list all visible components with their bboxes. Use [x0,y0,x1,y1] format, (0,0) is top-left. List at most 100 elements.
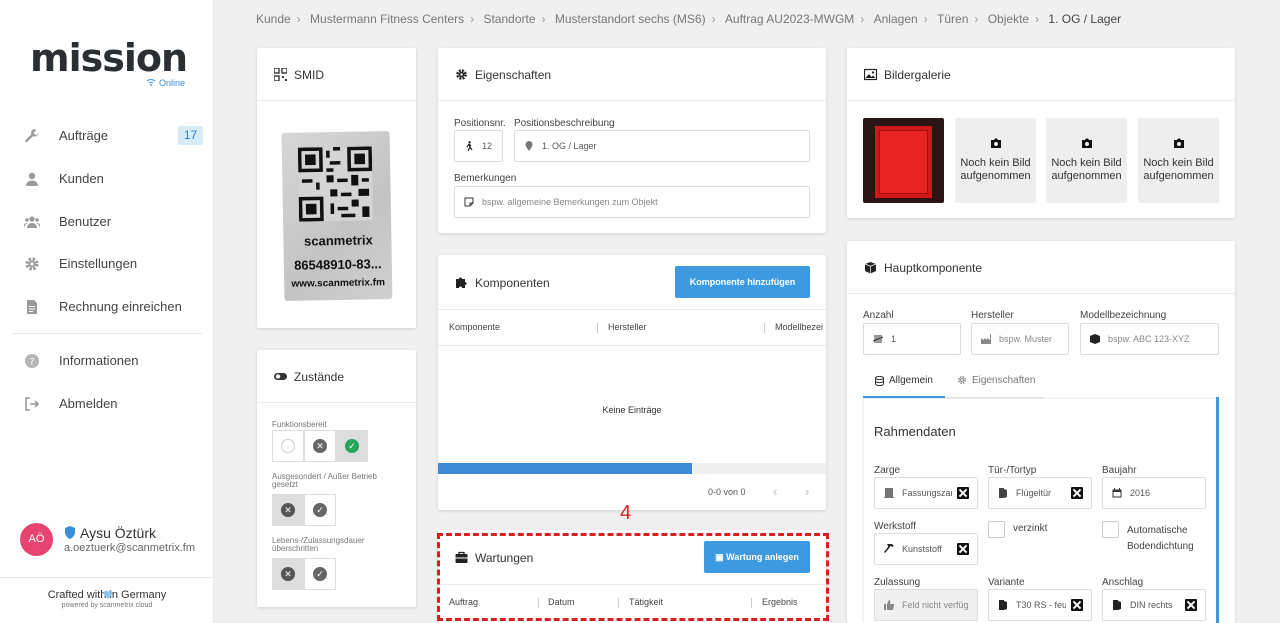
breadcrumb-item[interactable]: Standorte [483,12,535,26]
gallery-slot-empty[interactable]: Noch kein Bild aufgenommen [1046,118,1127,203]
smid-url: www.scanmetrix.fm [291,277,386,290]
gallery-slot-empty[interactable]: Noch kein Bild aufgenommen [955,118,1036,203]
clear-icon[interactable] [957,487,969,499]
gallery-slot-empty[interactable]: Noch kein Bild aufgenommen [1138,118,1219,203]
breadcrumb-item[interactable]: Anlagen [874,12,918,26]
avatar: AÖ [20,523,53,556]
sidebar-item-rechnung[interactable]: Rechnung einreichen [0,289,214,325]
state-option-no[interactable]: ✕ [304,430,336,462]
posnr-value: 12 [482,141,493,151]
sidebar-item-abmelden[interactable]: Abmelden [0,386,214,422]
person-icon [26,172,38,186]
sidebar-item-informationen[interactable]: ? Informationen [0,343,214,379]
walking-icon [466,141,473,151]
gear-icon [25,257,39,271]
column-header[interactable]: Hersteller [608,322,647,332]
state-option-no[interactable]: ✕ [272,558,304,590]
state-label: Ausgesondert / Außer Betrieb gesetzt [272,472,377,489]
camera-icon [1174,138,1184,148]
vertical-scrollbar[interactable] [1216,397,1219,623]
gallery-empty-text: Noch kein Bild aufgenommen [1143,157,1214,182]
sidebar-item-einstellungen[interactable]: Einstellungen [0,246,214,282]
auto-seal-checkbox[interactable] [1102,521,1119,538]
qr-code [297,146,374,222]
remarks-placeholder: bspw. allgemeine Bemerkungen zum Objekt [482,197,658,207]
properties-card: Eigenschaften Positionsnr. 12 Positionsb… [438,48,826,233]
sidebar-divider [12,333,202,334]
state-option-yes[interactable]: ✓ [336,430,368,462]
door-type-select[interactable]: Flügeltür [988,477,1092,509]
sidebar-item-label: Aufträge [59,128,109,143]
material-select[interactable]: Kunststoff [874,533,978,565]
manufacturer-field[interactable]: bspw. Muster [971,323,1069,355]
prev-page-icon[interactable]: ‹ [773,484,777,499]
breadcrumb-item[interactable]: Mustermann Fitness Centers [310,12,464,26]
clear-icon[interactable] [1071,599,1083,611]
breadcrumb-item[interactable]: Kunde [256,12,291,26]
state-toggle-decommissioned: ✕ ✓ [272,494,336,526]
qr-icon [274,68,287,81]
card-title: Zustände [294,370,345,384]
sidebar-item-auftraege[interactable]: Aufträge 17 [0,118,214,154]
box-icon [864,262,877,274]
breadcrumb-item[interactable]: Musterstandort sechs (MS6) [555,12,706,26]
breadcrumb-item[interactable]: Objekte [988,12,1029,26]
frame-data-panel: Rahmendaten Zarge Fassungszarge Tür-/Tor… [863,398,1219,623]
clear-icon[interactable] [957,543,969,555]
model-label: Modellbezeichnung [1080,310,1167,321]
state-option-yes[interactable]: ✓ [304,558,336,590]
add-component-button[interactable]: Komponente hinzufügen [675,266,810,298]
tab-eigenschaften[interactable]: Eigenschaften [945,366,1045,398]
state-option-no[interactable]: ✕ [272,494,304,526]
zarge-select[interactable]: Fassungszarge [874,477,978,509]
galvanized-checkbox[interactable] [988,521,1005,538]
state-option-unset[interactable] [272,430,304,462]
remarks-field[interactable]: bspw. allgemeine Bemerkungen zum Objekt [454,186,810,218]
database-icon [875,376,884,386]
smid-code: 86548910-83... [293,256,382,273]
sidebar-item-kunden[interactable]: Kunden [0,161,214,197]
card-header: Zustände [257,350,416,403]
model-placeholder: bspw. ABC 123-XYZ [1108,334,1190,344]
sidebar-footer: Crafted with in Germany powered by scanm… [0,577,214,623]
svg-text:?: ? [29,357,34,368]
count-field[interactable]: 1 [863,323,961,355]
posdesc-label: Positionsbeschreibung [514,118,615,129]
tab-allgemein[interactable]: Allgemein [863,366,945,398]
tally-icon [873,335,883,343]
breadcrumb-item[interactable]: Türen [937,12,968,26]
model-field[interactable]: bspw. ABC 123-XYZ [1080,323,1219,355]
state-toggle-functional: ✕ ✓ [272,430,368,462]
posdesc-field[interactable]: 1. OG / Lager [514,130,810,162]
clear-icon[interactable] [1071,487,1083,499]
clear-icon[interactable] [1185,599,1197,611]
gallery-photo[interactable] [863,118,944,203]
breadcrumb-item[interactable]: Auftrag AU2023-MWGM [725,12,854,26]
year-field[interactable]: 2016 [1102,477,1206,509]
hinge-select[interactable]: DIN rechts [1102,589,1206,621]
posnr-field[interactable]: 12 [454,130,503,162]
horizontal-scrollbar[interactable] [438,463,826,474]
approval-label: Zulassung [874,577,921,588]
state-label: Funktionsbereit [272,420,327,429]
variant-select[interactable]: T30 RS - feuer [988,589,1092,621]
column-header[interactable]: Komponente [449,322,500,332]
variant-label: Variante [988,577,1025,588]
door-type-label: Tür-/Tortyp [988,465,1037,476]
user-email: a.oeztuerk@scanmetrix.fm [64,542,195,554]
column-separator [597,323,598,333]
column-header[interactable]: Modellbezei [775,322,823,332]
x-icon: ✕ [281,567,295,581]
smid-sticker[interactable]: scanmetrix 86548910-83... www.scanmetrix… [281,131,393,301]
app-logo[interactable]: mission Online [30,38,190,88]
next-page-icon[interactable]: › [805,484,809,499]
logo-text: mission [30,36,188,80]
state-option-yes[interactable]: ✓ [304,494,336,526]
sidebar-item-benutzer[interactable]: Benutzer [0,204,214,240]
scrollbar-thumb[interactable] [438,463,692,474]
frame-icon [884,488,894,498]
sidebar-item-label: Abmelden [59,396,118,411]
check-icon: ✓ [313,503,327,517]
state-label: Lebens-/Zulassungsdauer überschritten [272,536,365,553]
door-type-value: Flügeltür [1016,488,1052,498]
